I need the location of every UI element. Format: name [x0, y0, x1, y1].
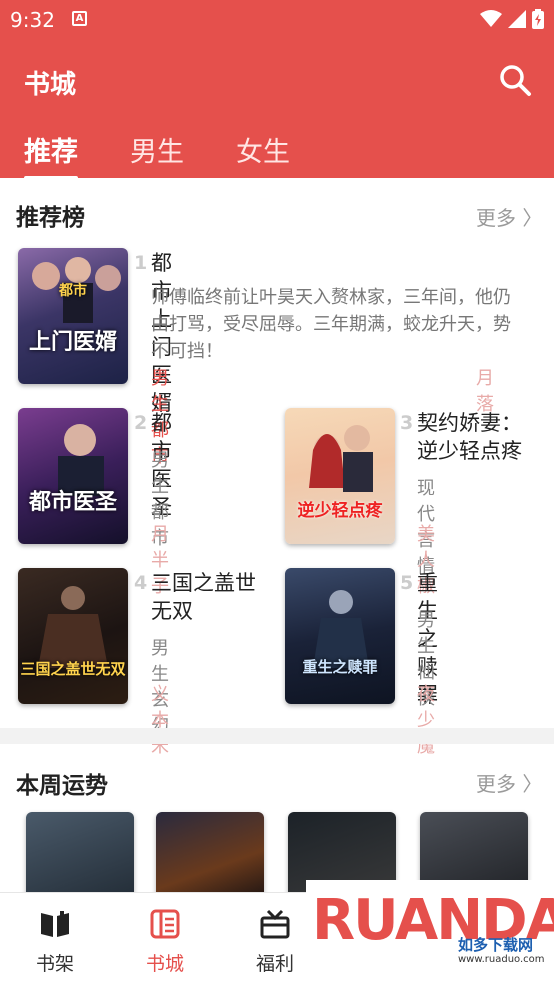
- rank-number: 3: [400, 412, 414, 434]
- book-title: 契约娇妻：逆少轻点疼: [417, 411, 522, 463]
- cover-title: 都市医圣: [28, 489, 117, 515]
- rank-number: 2: [134, 412, 148, 434]
- book-cover[interactable]: 重生之赎罪: [285, 568, 395, 704]
- search-icon[interactable]: [498, 63, 532, 97]
- nav-label: 书城: [145, 953, 184, 975]
- book-cover[interactable]: 逆少轻点疼: [285, 408, 395, 544]
- battery-icon: [532, 9, 544, 29]
- book-cover[interactable]: 三国之盖世无双: [18, 568, 128, 704]
- ranking-more-link[interactable]: 更多 〉: [476, 202, 542, 231]
- cover-title: 上门医婿: [28, 329, 117, 355]
- status-time: 9:32: [10, 8, 55, 32]
- tab-recommend[interactable]: 推荐: [24, 130, 78, 181]
- status-bar: 9:32 A: [0, 0, 554, 40]
- tab-female[interactable]: 女生: [236, 130, 290, 169]
- weekly-book-cover-1[interactable]: [26, 812, 134, 902]
- notification-icon: A: [72, 11, 87, 26]
- cover-title: 三国之盖世无双: [20, 660, 126, 678]
- watermark-url: www.ruaduo.com: [458, 954, 545, 965]
- nav-bookstore[interactable]: 书城: [110, 893, 220, 986]
- wifi-icon: [480, 10, 502, 27]
- category-tabs: 推荐 男生 女生: [24, 130, 342, 181]
- status-icons: [480, 9, 544, 29]
- app-screen: 9:32 A 书城 推荐 男生 女生 推荐榜 更多 〉 都市 上门医婿 1 都市…: [0, 0, 554, 986]
- book-author: 夜少魔: [417, 684, 435, 757]
- cover-title: 重生之赎罪: [302, 658, 378, 676]
- section-divider: [0, 728, 554, 744]
- book-icon: [150, 909, 180, 939]
- app-header: 9:32 A 书城 推荐 男生 女生: [0, 0, 554, 181]
- section-title-weekly: 本周运势: [16, 773, 108, 799]
- tab-male[interactable]: 男生: [130, 130, 184, 169]
- book-description: 师傅临终前让叶昊天入赘林家，三年间，他仍由打骂，受尽屈辱。三年期满，蛟龙升天，势…: [151, 287, 511, 362]
- book-cover[interactable]: 都市医圣: [18, 408, 128, 544]
- book-cover[interactable]: 都市 上门医婿: [18, 248, 128, 384]
- signal-icon: [508, 10, 526, 28]
- cover-figures: [58, 424, 104, 496]
- gift-icon: [260, 909, 290, 939]
- book-author: 义本米: [151, 684, 169, 757]
- nav-label: 书架: [35, 953, 74, 975]
- cover-subtitle: 都市: [59, 283, 87, 299]
- cover-title: 逆少轻点疼: [297, 501, 383, 521]
- rank-number: 5: [400, 572, 414, 594]
- cover-figures: [38, 586, 108, 668]
- book-title: 三国之盖世无双: [151, 571, 256, 623]
- cover-figures: [32, 257, 121, 323]
- section-title-ranking: 推荐榜: [16, 205, 85, 231]
- watermark-logo: RUANDAO 如多下载网 www.ruaduo.com: [306, 880, 554, 986]
- cover-figures: [313, 590, 369, 668]
- cover-figures: [309, 425, 373, 492]
- rank-number: 4: [134, 572, 148, 594]
- page-title: 书城: [24, 70, 77, 100]
- weekly-book-cover-2[interactable]: [156, 812, 264, 902]
- nav-bookshelf[interactable]: 书架: [0, 893, 110, 986]
- watermark-subtitle: 如多下载网: [458, 936, 534, 954]
- rank-number: 1: [134, 252, 148, 274]
- book-open-icon: [41, 911, 69, 937]
- weekly-more-link[interactable]: 更多 〉: [476, 768, 542, 797]
